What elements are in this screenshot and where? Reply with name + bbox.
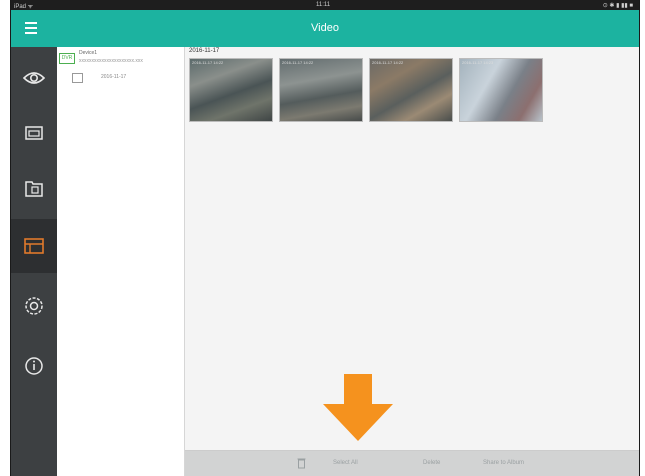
trash-icon[interactable] (297, 457, 306, 469)
playback-icon (25, 125, 43, 140)
dvr-device-icon: DVR (59, 53, 75, 64)
folder-icon (25, 180, 43, 197)
date-checkbox[interactable] (72, 73, 83, 83)
thumbnail-caption: 2016-11-17 14:22 (372, 60, 404, 65)
action-bar: Select All Delete Share to Album (185, 451, 639, 476)
sidebar-item-info[interactable] (11, 339, 57, 393)
sidebar-item-video-files[interactable] (11, 219, 57, 273)
down-arrow-icon (323, 374, 393, 441)
status-carrier: iPad ᯤ (14, 4, 34, 10)
eye-icon (23, 72, 45, 84)
device-address: xxxxxxxxxxxxxxxxxxxxxx.xxx (79, 58, 143, 64)
date-group-header: 2016-11-17 (189, 48, 220, 54)
video-thumbnail[interactable]: 2016-11-17 14:22 (279, 58, 363, 122)
video-files-icon (24, 238, 44, 254)
select-all-button[interactable]: Select All (333, 460, 358, 466)
thumbnail-caption: 2016-11-17 14:22 (192, 60, 224, 65)
video-thumbnail[interactable]: 2016-11-17 14:23 (459, 58, 543, 122)
tree-date-item[interactable]: 2016-11-17 (101, 74, 126, 80)
device-name[interactable]: Device1 (79, 50, 97, 56)
sidebar-item-settings[interactable] (11, 279, 57, 333)
sidebar-item-files[interactable] (11, 161, 57, 215)
status-bar: iPad ᯤ 11:11 ⊙ ✱ ▮ ▮▮ ■ (11, 0, 639, 10)
thumbnail-caption: 2016-11-17 14:22 (282, 60, 314, 65)
video-thumbnail[interactable]: 2016-11-17 14:22 (189, 58, 273, 122)
status-indicators: ⊙ ✱ ▮ ▮▮ ■ (602, 3, 633, 9)
status-time: 11:11 (316, 2, 331, 8)
settings-icon (25, 297, 43, 315)
page-title: Video (311, 22, 339, 34)
sidebar-item-live-view[interactable] (11, 51, 57, 105)
video-gallery: 2016-11-17 2016-11-17 14:22 2016-11-17 1… (185, 47, 639, 451)
device-tree: DVR Device1 xxxxxxxxxxxxxxxxxxxxxx.xxx 2… (57, 47, 185, 476)
share-to-album-button[interactable]: Share to Album (483, 460, 524, 466)
video-thumbnail[interactable]: 2016-11-17 14:22 (369, 58, 453, 122)
delete-button[interactable]: Delete (423, 460, 440, 466)
thumbnail-caption: 2016-11-17 14:23 (462, 60, 494, 65)
sidebar-item-playback[interactable] (11, 105, 57, 159)
info-icon (25, 357, 43, 375)
app-header: Video (11, 10, 639, 47)
sidebar (11, 47, 57, 476)
